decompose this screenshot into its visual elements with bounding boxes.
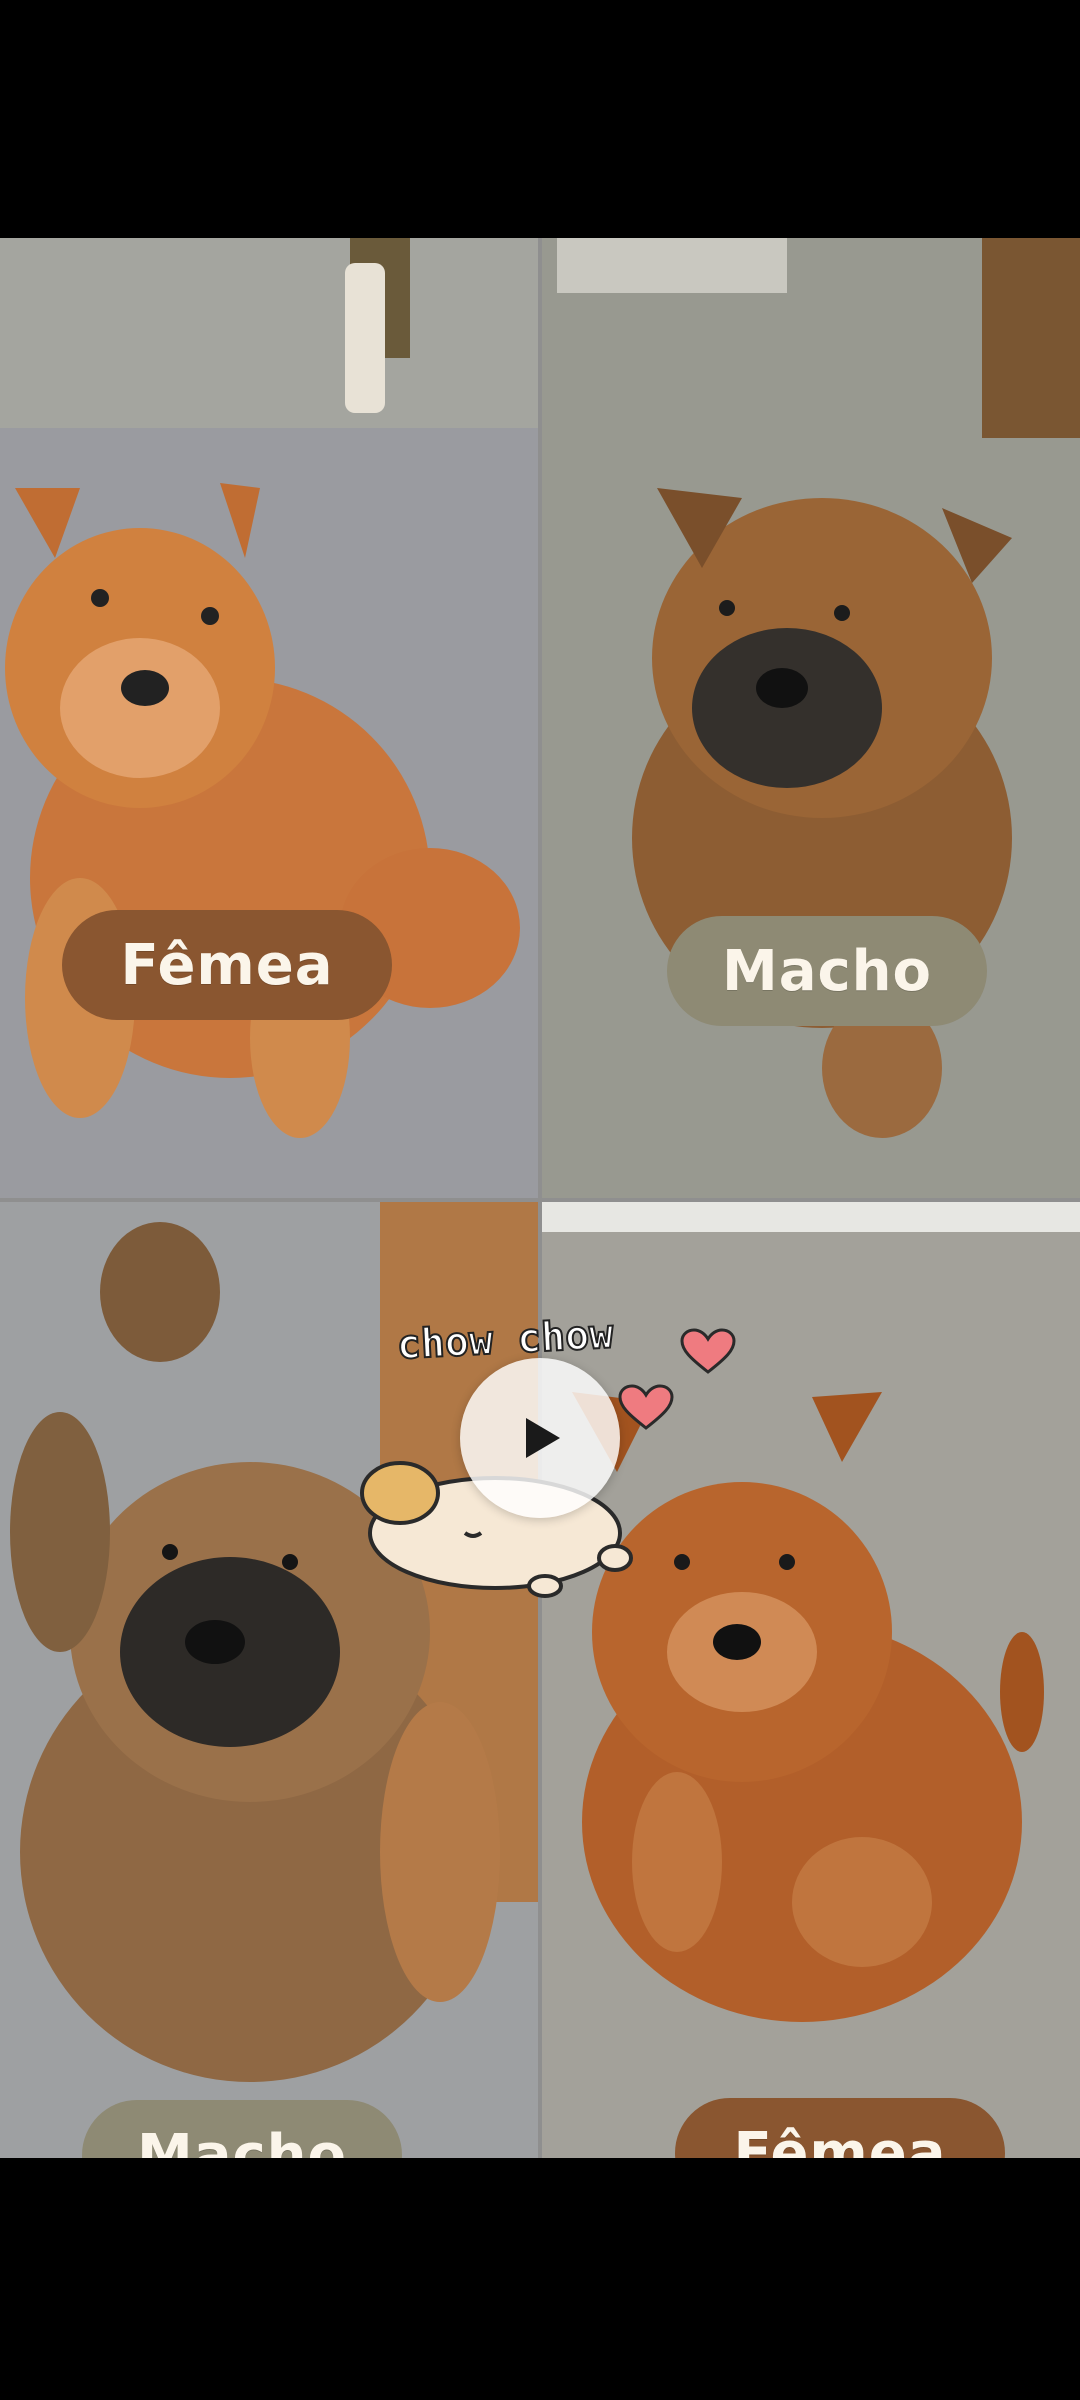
video-player[interactable]: Fêmea Macho Macho Fêmea chow chow [0, 238, 1080, 2158]
heart-icon [680, 1328, 736, 1374]
puppy-photo-top-left: Fêmea [0, 238, 538, 1198]
sex-label-text: Macho [721, 938, 933, 1004]
sex-label-male: Macho [82, 2100, 402, 2158]
sex-label-female: Fêmea [62, 910, 392, 1020]
sex-label-female: Fêmea [675, 2098, 1005, 2158]
sex-label-text: Macho [136, 2122, 348, 2159]
play-button[interactable] [460, 1358, 620, 1518]
sex-label-text: Fêmea [733, 2120, 947, 2159]
sex-label-text: Fêmea [120, 932, 334, 998]
sex-label-male: Macho [667, 916, 987, 1026]
puppy-photo-top-right: Macho [542, 238, 1080, 1198]
heart-icon [618, 1384, 674, 1430]
play-icon [526, 1418, 560, 1458]
